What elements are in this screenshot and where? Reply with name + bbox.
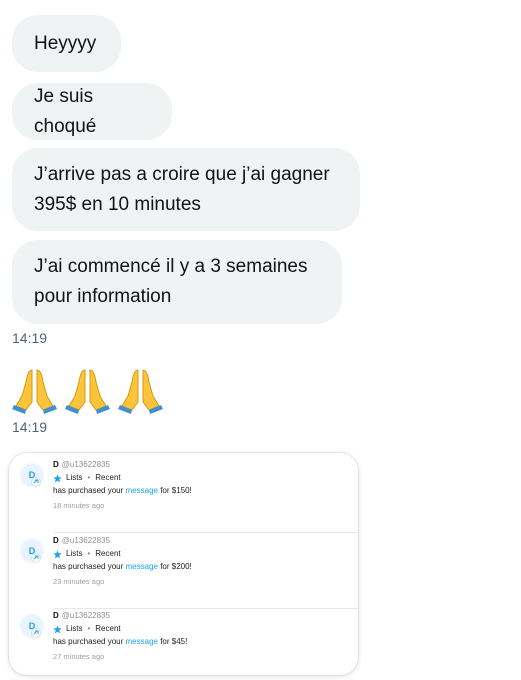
notification-time: 23 minutes ago bbox=[53, 577, 105, 586]
message-bubble[interactable]: J’ai commencé il y a 3 semaines pour inf… bbox=[12, 240, 342, 324]
link-badge-icon bbox=[31, 628, 41, 638]
link-badge-icon bbox=[31, 477, 41, 487]
sender-handle: @u13622835 bbox=[61, 536, 110, 545]
message-timestamp: 14:19 bbox=[12, 330, 48, 346]
separator-dot: • bbox=[87, 473, 91, 482]
divider bbox=[54, 532, 358, 533]
purchase-text: has purchased your bbox=[53, 637, 124, 646]
sender-name: D bbox=[53, 460, 59, 469]
emoji-message[interactable] bbox=[12, 366, 163, 414]
sender-name: D bbox=[53, 611, 59, 620]
lists-label: Lists bbox=[66, 473, 83, 482]
sender-handle: @u13622835 bbox=[61, 460, 110, 469]
purchase-notification: D D @u13622835 Lists • Recent has purchased… bbox=[9, 610, 358, 675]
notification-time: 18 minutes ago bbox=[53, 501, 105, 510]
sender-handle: @u13622835 bbox=[61, 611, 110, 620]
recent-label: Recent bbox=[95, 624, 121, 633]
purchase-amount: for $150! bbox=[160, 486, 192, 495]
purchase-notification: D D @u13622835 Lists • Recent has purchased… bbox=[9, 535, 358, 609]
message-bubble[interactable]: J’arrive pas a croire que j’ai gagner 39… bbox=[12, 148, 360, 231]
purchase-text: has purchased your bbox=[53, 562, 124, 571]
message-bubble[interactable]: Je suis choqué bbox=[12, 83, 172, 140]
purchase-notification: D D @u13622835 Lists • Recent has purchased… bbox=[9, 459, 358, 533]
message-text: Je suis choqué bbox=[34, 85, 97, 137]
message-timestamp: 14:19 bbox=[12, 419, 48, 435]
divider bbox=[54, 608, 358, 609]
message-bubble[interactable]: Heyyyy bbox=[12, 15, 121, 72]
separator-dot: • bbox=[87, 549, 91, 558]
folded-hands-icon bbox=[118, 369, 163, 414]
star-icon bbox=[53, 473, 62, 482]
separator-dot: • bbox=[87, 624, 91, 633]
link-badge-icon bbox=[31, 553, 41, 563]
purchase-amount: for $200! bbox=[160, 562, 192, 571]
message-link[interactable]: message bbox=[126, 486, 158, 495]
sender-name: D bbox=[53, 536, 59, 545]
recent-label: Recent bbox=[95, 473, 121, 482]
attached-screenshot-card[interactable]: D D @u13622835 Lists • Recent has purchased… bbox=[9, 453, 358, 675]
message-text: Heyyyy bbox=[34, 32, 97, 54]
message-link[interactable]: message bbox=[126, 562, 158, 571]
notification-time: 27 minutes ago bbox=[53, 652, 105, 661]
lists-label: Lists bbox=[66, 624, 83, 633]
message-text: J’ai commencé il y a 3 semaines pour inf… bbox=[34, 256, 308, 307]
folded-hands-icon bbox=[65, 369, 110, 414]
purchase-amount: for $45! bbox=[160, 637, 188, 646]
folded-hands-icon bbox=[12, 369, 57, 414]
message-text: J’arrive pas a croire que j’ai gagner 39… bbox=[34, 163, 330, 215]
lists-label: Lists bbox=[66, 549, 83, 558]
star-icon bbox=[53, 624, 62, 633]
star-icon bbox=[53, 549, 62, 558]
recent-label: Recent bbox=[95, 549, 121, 558]
purchase-text: has purchased your bbox=[53, 486, 124, 495]
message-link[interactable]: message bbox=[126, 637, 158, 646]
